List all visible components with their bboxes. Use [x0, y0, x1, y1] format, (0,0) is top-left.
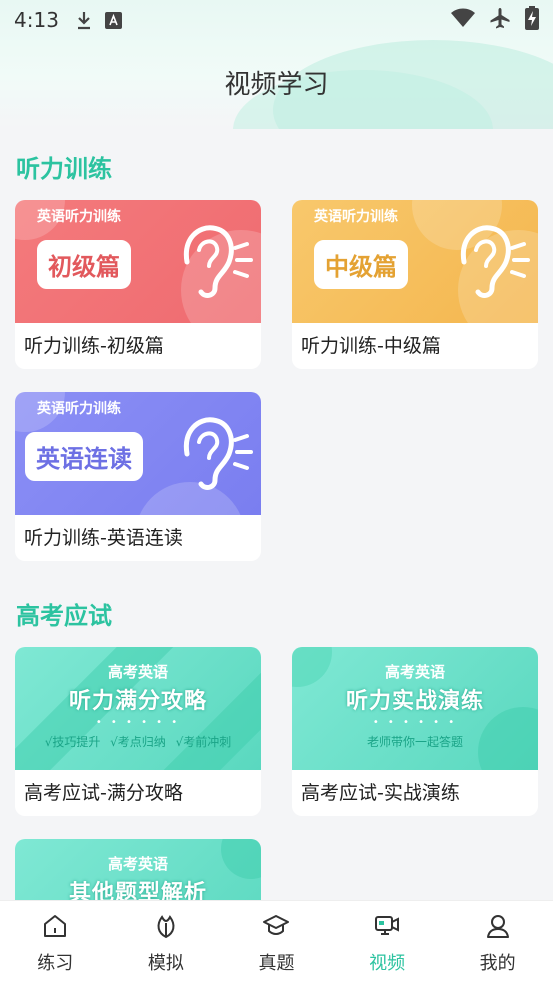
airplane-icon	[489, 7, 511, 34]
course-title: 听力训练-英语连读	[24, 527, 183, 549]
tab-mine[interactable]: 我的	[442, 901, 553, 984]
course-title: 听力训练-初级篇	[24, 335, 164, 357]
tab-video[interactable]: 视频	[332, 901, 443, 984]
ear-icon	[450, 220, 530, 304]
download-icon	[75, 10, 93, 30]
course-card[interactable]: 高考英语 听力满分攻略 • • • • • • √技巧提升 √考点归纳 √考前冲…	[15, 647, 261, 816]
page-title: 视频学习	[224, 70, 329, 100]
course-banner: 高考英语 听力满分攻略 • • • • • • √技巧提升 √考点归纳 √考前冲…	[15, 647, 261, 770]
section-title-listening: 听力训练	[16, 155, 112, 183]
tab-mock[interactable]: 模拟	[111, 901, 222, 984]
keyboard-a-icon	[104, 11, 122, 29]
course-title: 高考应试-满分攻略	[24, 782, 183, 804]
banner-subtitle: 英语听力训练	[37, 209, 121, 225]
tab-label: 模拟	[147, 953, 184, 974]
banner-tag: 英语连读	[25, 432, 143, 481]
course-card[interactable]: 高考英语 听力实战演练 • • • • • • 老师带你一起答题 高考应试-实战…	[292, 647, 538, 816]
tab-practice[interactable]: 练习	[0, 901, 111, 984]
tab-label: 视频	[369, 953, 406, 974]
banner-tag: 中级篇	[314, 240, 408, 289]
leaf-icon	[153, 913, 179, 943]
banner-tag: 初级篇	[37, 240, 131, 289]
banner-subtitle: 英语听力训练	[314, 209, 398, 225]
course-banner: 英语听力训练 中级篇	[292, 200, 538, 323]
status-time: 4:13	[14, 8, 59, 32]
course-banner: 英语听力训练 初级篇	[15, 200, 261, 323]
home-icon	[42, 913, 68, 943]
course-card[interactable]: 英语听力训练 初级篇 听力训练-初级篇	[15, 200, 261, 369]
banner-subtitle: 英语听力训练	[37, 401, 121, 417]
banner-subtitle: 高考英语	[384, 663, 445, 681]
content-area[interactable]: 听力训练 英语听力训练 初级篇 听力训练-初级篇 英语听力训练 中级篇 听力训练…	[0, 129, 553, 900]
wifi-icon	[451, 8, 475, 33]
course-card[interactable]: 英语听力训练 英语连读 听力训练-英语连读	[15, 392, 261, 561]
banner-title: 听力满分攻略	[68, 689, 207, 714]
banner-dots: • • • • • •	[372, 717, 458, 728]
banner-dots: • • • • • •	[95, 717, 181, 728]
tab-label: 真题	[258, 953, 295, 974]
course-card[interactable]: 英语听力训练 中级篇 听力训练-中级篇	[292, 200, 538, 369]
status-bar: 4:13	[0, 0, 553, 40]
banner-subtitle: 高考英语	[107, 663, 168, 681]
section-title-gaokao: 高考应试	[16, 602, 112, 630]
banner-tips: √技巧提升 √考点归纳 √考前冲刺	[44, 735, 232, 749]
tab-label: 我的	[479, 953, 516, 974]
banner-title: 听力实战演练	[345, 689, 484, 714]
tab-real-exams[interactable]: 真题	[221, 901, 332, 984]
course-title: 高考应试-实战演练	[301, 782, 460, 804]
battery-charging-icon	[525, 5, 539, 35]
video-camera-icon	[373, 913, 401, 943]
course-title: 听力训练-中级篇	[301, 335, 441, 357]
course-banner: 英语听力训练 英语连读	[15, 392, 261, 515]
banner-title: 其他题型解析	[68, 881, 207, 900]
bottom-tab-bar: 练习 模拟 真题 视频 我的	[0, 900, 553, 984]
tab-label: 练习	[37, 953, 74, 974]
course-banner: 高考英语 其他题型解析	[15, 839, 261, 900]
banner-tips: 老师带你一起答题	[366, 735, 463, 749]
ear-icon	[173, 412, 253, 496]
course-card[interactable]: 高考英语 其他题型解析	[15, 839, 261, 900]
course-banner: 高考英语 听力实战演练 • • • • • • 老师带你一起答题	[292, 647, 538, 770]
graduation-cap-icon	[262, 913, 290, 943]
user-icon	[485, 913, 511, 943]
ear-icon	[173, 220, 253, 304]
banner-subtitle: 高考英语	[107, 855, 168, 873]
